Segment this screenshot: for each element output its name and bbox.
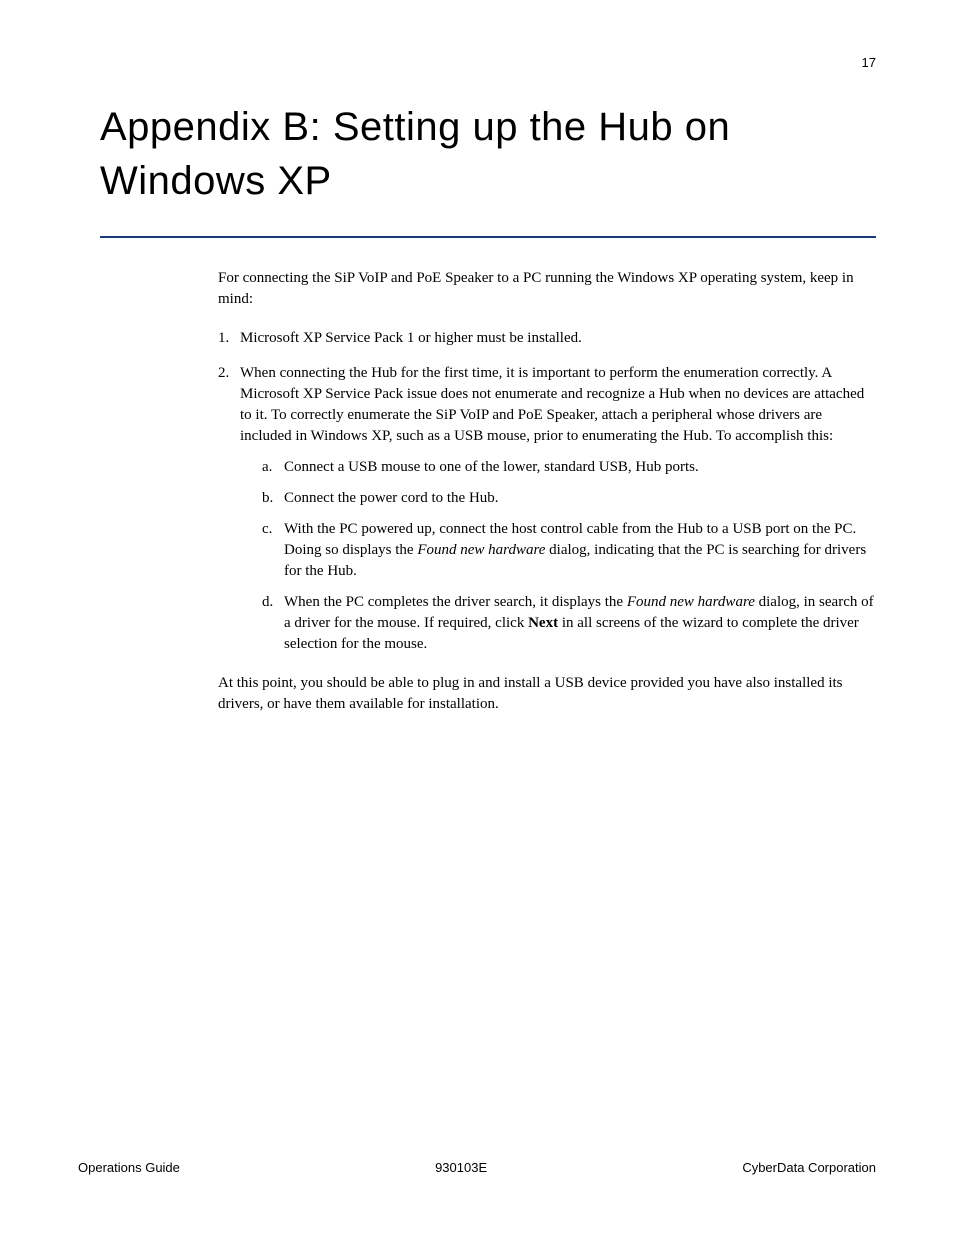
list-item-text: Connect a USB mouse to one of the lower,… [284, 459, 699, 475]
list-item-text: With the PC powered up, connect the host… [284, 521, 866, 579]
numbered-list: 1. Microsoft XP Service Pack 1 or higher… [218, 328, 876, 655]
sub-item-d: d. When the PC completes the driver sear… [262, 592, 876, 655]
intro-paragraph: For connecting the SiP VoIP and PoE Spea… [218, 268, 876, 310]
sub-item-c: c. With the PC powered up, connect the h… [262, 519, 876, 582]
title-rule [100, 236, 876, 238]
body-text: For connecting the SiP VoIP and PoE Spea… [218, 268, 876, 715]
page-number: 17 [862, 55, 876, 70]
lettered-list: a. Connect a USB mouse to one of the low… [262, 457, 876, 655]
page-content: Appendix B: Setting up the Hub on Window… [0, 0, 954, 715]
closing-paragraph: At this point, you should be able to plu… [218, 673, 876, 715]
italic-term: Found new hardware [417, 542, 545, 558]
list-item-text: When connecting the Hub for the first ti… [240, 365, 864, 444]
footer-left: Operations Guide [78, 1160, 180, 1175]
italic-term: Found new hardware [627, 594, 755, 610]
list-marker: c. [262, 519, 272, 540]
list-marker: b. [262, 488, 273, 509]
list-marker: a. [262, 457, 272, 478]
list-item-2: 2. When connecting the Hub for the first… [218, 363, 876, 655]
list-marker: 1. [218, 328, 229, 349]
sub-item-b: b. Connect the power cord to the Hub. [262, 488, 876, 509]
list-item-text: Microsoft XP Service Pack 1 or higher mu… [240, 330, 582, 346]
footer-right: CyberData Corporation [742, 1160, 876, 1175]
list-item-text: When the PC completes the driver search,… [284, 594, 874, 652]
list-marker: d. [262, 592, 273, 613]
footer-center: 930103E [435, 1160, 487, 1175]
page-footer: Operations Guide 930103E CyberData Corpo… [78, 1160, 876, 1175]
list-marker: 2. [218, 363, 229, 384]
bold-term: Next [528, 615, 558, 631]
appendix-title: Appendix B: Setting up the Hub on Window… [100, 100, 876, 208]
list-item-text: Connect the power cord to the Hub. [284, 490, 499, 506]
list-item-1: 1. Microsoft XP Service Pack 1 or higher… [218, 328, 876, 349]
sub-item-a: a. Connect a USB mouse to one of the low… [262, 457, 876, 478]
